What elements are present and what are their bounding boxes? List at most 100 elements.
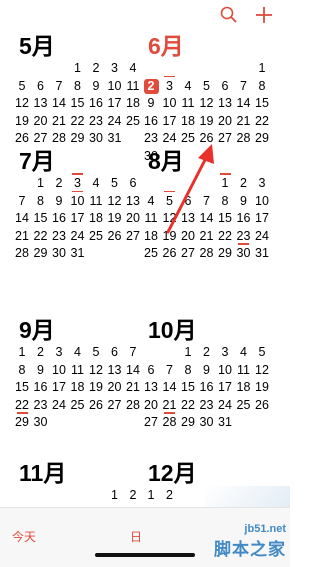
day-cell[interactable]: 15 <box>178 379 198 397</box>
day-cell[interactable]: 11 <box>86 193 106 211</box>
day-cell[interactable]: 18 <box>141 228 161 246</box>
day-cell[interactable]: 3 <box>49 344 69 362</box>
day-cell[interactable]: 20 <box>105 379 125 397</box>
day-cell[interactable]: 29 <box>178 414 198 432</box>
day-cell[interactable]: 20 <box>123 210 143 228</box>
day-cell[interactable]: 16 <box>86 95 106 113</box>
day-cell[interactable]: 3 <box>105 60 125 78</box>
day-cell[interactable]: 13 <box>123 193 143 211</box>
day-cell[interactable]: 24 <box>68 228 88 246</box>
month-block[interactable]: 7月 1 2 3 4 5 6 7 8 9 10 11 12 13 14 15 16 17 18 19 20 21 22 23 2… <box>15 147 140 260</box>
day-cell[interactable]: 8 <box>252 78 272 96</box>
day-cell[interactable]: 24 <box>105 113 125 131</box>
day-cell[interactable]: 3 <box>160 78 180 96</box>
month-title[interactable]: 11月 <box>19 459 66 487</box>
day-cell[interactable]: 12 <box>252 362 272 380</box>
day-cell[interactable]: 6 <box>31 78 51 96</box>
day-cell[interactable]: 25 <box>141 245 161 263</box>
day-cell[interactable]: 31 <box>215 414 235 432</box>
day-cell[interactable]: 30 <box>234 245 254 263</box>
day-cell[interactable]: 7 <box>234 78 254 96</box>
day-cell[interactable]: 26 <box>12 130 32 148</box>
day-cell[interactable]: 8 <box>12 362 32 380</box>
day-cell[interactable]: 17 <box>49 379 69 397</box>
day-cell[interactable]: 12 <box>105 193 125 211</box>
day-cell[interactable]: 13 <box>215 95 235 113</box>
day-cell[interactable]: 4 <box>178 78 198 96</box>
day-cell[interactable]: 9 <box>49 193 69 211</box>
day-cell[interactable]: 27 <box>123 228 143 246</box>
day-cell[interactable]: 10 <box>49 362 69 380</box>
day-cell[interactable]: 30 <box>86 130 106 148</box>
day-cell[interactable]: 23 <box>86 113 106 131</box>
today-button[interactable]: 今天 <box>12 528 36 545</box>
day-cell[interactable]: 26 <box>105 228 125 246</box>
day-cell[interactable]: 28 <box>234 130 254 148</box>
day-cell[interactable]: 2 <box>234 175 254 193</box>
day-cell[interactable]: 3 <box>215 344 235 362</box>
day-cell[interactable]: 16 <box>197 379 217 397</box>
day-cell[interactable]: 26 <box>160 245 180 263</box>
day-cell[interactable]: 5 <box>86 344 106 362</box>
day-cell[interactable]: 4 <box>141 193 161 211</box>
day-cell[interactable]: 5 <box>12 78 32 96</box>
day-cell[interactable]: 9 <box>31 362 51 380</box>
day-cell[interactable]: 19 <box>12 113 32 131</box>
day-cell[interactable]: 14 <box>12 210 32 228</box>
day-cell[interactable]: 29 <box>215 245 235 263</box>
day-cell[interactable]: 23 <box>197 397 217 415</box>
day-cell[interactable]: 28 <box>160 414 180 432</box>
month-title[interactable]: 5月 <box>19 32 55 60</box>
day-cell[interactable]: 4 <box>234 344 254 362</box>
day-cell[interactable]: 9 <box>86 78 106 96</box>
month-block[interactable]: 10月 1 2 3 4 5 6 7 8 9 10 11 12 13 14 15 16 17 18 19 20 21 22 23… <box>144 316 269 429</box>
day-cell[interactable]: 16 <box>234 210 254 228</box>
day-cell[interactable]: 6 <box>123 175 143 193</box>
month-title[interactable]: 10月 <box>148 316 197 344</box>
day-cell[interactable]: 6 <box>215 78 235 96</box>
day-cell[interactable]: 19 <box>86 379 106 397</box>
day-cell[interactable]: 25 <box>123 113 143 131</box>
search-icon[interactable] <box>218 4 240 26</box>
day-cell[interactable]: 30 <box>197 414 217 432</box>
day-cell[interactable]: 10 <box>160 95 180 113</box>
day-cell[interactable]: 17 <box>215 379 235 397</box>
day-cell[interactable]: 24 <box>215 397 235 415</box>
day-cell[interactable]: 18 <box>234 379 254 397</box>
day-cell[interactable]: 9 <box>141 95 161 113</box>
day-cell[interactable]: 29 <box>31 245 51 263</box>
day-cell[interactable]: 15 <box>252 95 272 113</box>
day-cell[interactable]: 17 <box>252 210 272 228</box>
day-cell[interactable]: 6 <box>105 344 125 362</box>
day-cell[interactable]: 13 <box>105 362 125 380</box>
month-title[interactable]: 9月 <box>19 316 55 344</box>
day-cell[interactable]: 17 <box>105 95 125 113</box>
day-cell[interactable]: 18 <box>68 379 88 397</box>
day-cell[interactable]: 22 <box>68 113 88 131</box>
day-cell[interactable]: 22 <box>252 113 272 131</box>
day-cell[interactable]: 18 <box>178 113 198 131</box>
day-cell[interactable]: 28 <box>123 397 143 415</box>
day-cell[interactable]: 10 <box>215 362 235 380</box>
day-cell[interactable]: 19 <box>105 210 125 228</box>
day-cell[interactable]: 14 <box>123 362 143 380</box>
month-block[interactable]: 6月 1 2 3 4 5 6 7 8 9 10 11 12 13 14 15 16 17 18 19 20 21 22 23 2… <box>143 32 269 163</box>
day-cell[interactable]: 26 <box>252 397 272 415</box>
day-cell[interactable]: 18 <box>86 210 106 228</box>
day-cell[interactable]: 1 <box>252 60 272 78</box>
day-cell[interactable]: 30 <box>49 245 69 263</box>
day-cell[interactable]: 8 <box>31 193 51 211</box>
day-cell[interactable]: 1 <box>31 175 51 193</box>
day-cell[interactable]: 11 <box>141 210 161 228</box>
day-cell[interactable]: 7 <box>12 193 32 211</box>
day-cell[interactable]: 2 <box>160 487 180 505</box>
day-cell[interactable]: 16 <box>31 379 51 397</box>
day-cell[interactable]: 2 <box>141 78 161 96</box>
day-cell[interactable]: 15 <box>31 210 51 228</box>
day-cell[interactable]: 1 <box>141 487 161 505</box>
day-cell[interactable]: 5 <box>252 344 272 362</box>
day-cell[interactable]: 12 <box>12 95 32 113</box>
day-cell[interactable]: 27 <box>141 414 161 432</box>
day-cell[interactable]: 30 <box>31 414 51 432</box>
day-cell[interactable]: 29 <box>252 130 272 148</box>
